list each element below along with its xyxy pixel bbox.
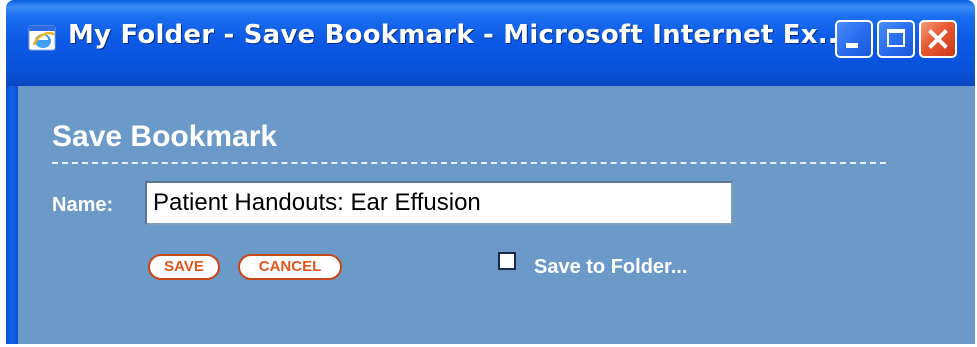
close-icon <box>928 29 948 49</box>
maximize-button[interactable] <box>877 20 915 58</box>
cancel-button[interactable]: CANCEL <box>238 254 342 280</box>
browser-window: My Folder - Save Bookmark - Microsoft In… <box>0 0 977 347</box>
title-bar[interactable]: My Folder - Save Bookmark - Microsoft In… <box>6 0 975 86</box>
minimize-button[interactable] <box>835 20 873 58</box>
heading-divider <box>52 162 886 164</box>
minimize-icon <box>846 43 858 48</box>
save-to-folder-checkbox[interactable] <box>498 252 516 270</box>
save-button[interactable]: SAVE <box>148 254 220 280</box>
close-button[interactable] <box>919 20 957 58</box>
save-to-folder-label[interactable]: Save to Folder... <box>534 256 687 279</box>
window-title: My Folder - Save Bookmark - Microsoft In… <box>68 20 848 50</box>
maximize-icon <box>887 29 905 47</box>
page-title: Save Bookmark <box>52 120 278 153</box>
dialog-content: Save Bookmark Name: SAVE CANCEL Save to … <box>18 86 975 344</box>
internet-explorer-icon <box>28 23 58 53</box>
window-left-border <box>6 86 18 347</box>
name-label: Name: <box>52 194 114 216</box>
name-field[interactable] <box>145 181 733 225</box>
